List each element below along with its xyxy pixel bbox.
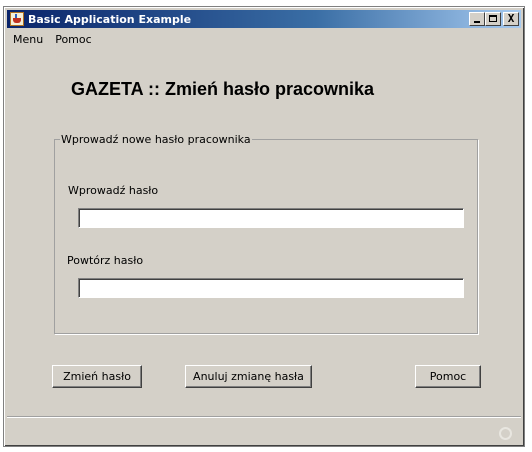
password-groupbox: Wprowadź nowe hasło pracownika: [54, 133, 478, 334]
window-controls: X: [469, 12, 519, 26]
status-bar-separator: [7, 416, 521, 418]
repeat-password-label: Powtórz hasło: [67, 254, 144, 267]
menu-item-pomoc[interactable]: Pomoc: [49, 33, 97, 46]
maximize-icon: [489, 15, 497, 22]
menu-item-menu[interactable]: Menu: [7, 33, 49, 46]
title-bar[interactable]: Basic Application Example X: [7, 10, 521, 28]
minimize-icon: [474, 21, 480, 23]
cancel-password-change-button[interactable]: Anuluj zmianę hasła: [185, 365, 312, 388]
groupbox-legend: Wprowadź nowe hasło pracownika: [60, 133, 252, 146]
maximize-button[interactable]: [485, 12, 501, 26]
application-window: Basic Application Example X Menu Pomoc G…: [3, 6, 525, 447]
java-coffee-cup-icon: [10, 12, 24, 26]
password-label: Wprowadź hasło: [68, 184, 159, 197]
close-button[interactable]: X: [503, 12, 519, 26]
close-icon: X: [507, 12, 515, 25]
repeat-password-field[interactable]: [78, 278, 464, 298]
minimize-button[interactable]: [469, 12, 485, 26]
window-title: Basic Application Example: [28, 12, 192, 26]
menu-bar: Menu Pomoc: [7, 30, 521, 48]
busy-indicator-icon: [499, 427, 512, 440]
page-title: GAZETA :: Zmień hasło pracownika: [71, 79, 375, 99]
change-password-button[interactable]: Zmień hasło: [52, 365, 142, 388]
help-button[interactable]: Pomoc: [415, 365, 481, 388]
password-field[interactable]: [78, 208, 464, 228]
